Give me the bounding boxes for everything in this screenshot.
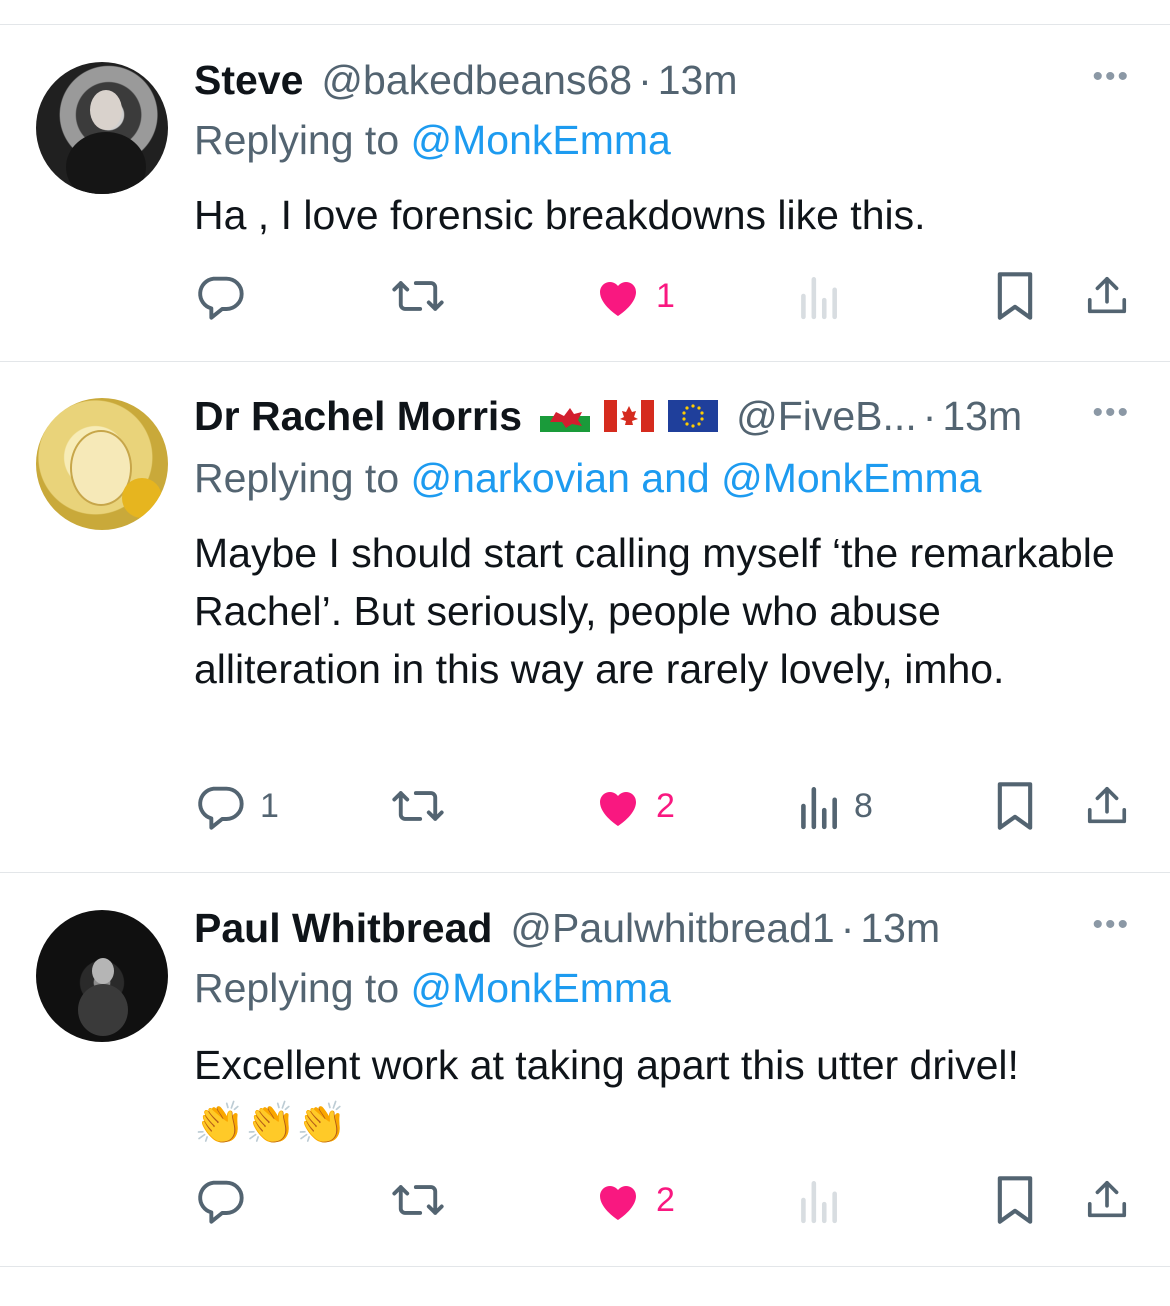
user-handle[interactable]: @bakedbeans68 <box>321 56 632 104</box>
name-flags <box>540 400 719 432</box>
share-icon <box>1087 786 1127 824</box>
bookmark-button[interactable] <box>994 1170 1036 1230</box>
like-button[interactable]: 2 <box>594 776 675 836</box>
action-bar: 1 <box>0 266 1170 326</box>
views-button[interactable]: 8 <box>796 776 873 836</box>
like-count: 2 <box>656 1180 675 1219</box>
views-icon <box>801 787 837 830</box>
user-handle[interactable]: @FiveB... <box>736 392 917 440</box>
views-icon <box>801 1181 837 1224</box>
repost-icon <box>392 791 444 821</box>
avatar[interactable] <box>36 910 168 1042</box>
replying-to: Replying to @MonkEmma <box>194 964 671 1012</box>
timestamp[interactable]: 13m <box>860 904 940 952</box>
tweet-divider <box>0 872 1170 873</box>
more-options-icon[interactable]: ••• <box>1092 396 1130 430</box>
view-count: 8 <box>854 786 873 825</box>
timestamp[interactable]: 13m <box>942 392 1022 440</box>
bookmark-button[interactable] <box>994 776 1036 836</box>
replying-to: Replying to @MonkEmma <box>194 116 671 164</box>
avatar[interactable] <box>36 62 168 194</box>
bookmark-icon <box>997 1176 1033 1224</box>
canada-flag-icon <box>604 400 655 432</box>
reply-button[interactable]: 1 <box>194 776 279 836</box>
reply-count: 1 <box>260 786 279 825</box>
more-options-icon[interactable]: ••• <box>1092 60 1130 94</box>
share-button[interactable] <box>1084 1170 1130 1230</box>
share-icon <box>1087 276 1127 314</box>
heart-filled-icon <box>600 282 636 316</box>
display-name[interactable]: Paul Whitbread <box>194 904 492 952</box>
action-bar: 1 2 8 <box>0 776 1170 836</box>
like-button[interactable]: 2 <box>594 1170 675 1230</box>
reply-button[interactable] <box>194 1170 246 1230</box>
like-button[interactable]: 1 <box>594 266 675 326</box>
more-options-icon[interactable]: ••• <box>1092 908 1130 942</box>
tweet-paul[interactable]: Paul Whitbread @Paulwhitbread1 · 13m •••… <box>0 904 1170 1266</box>
replying-to-label: Replying to <box>194 455 411 501</box>
bookmark-button[interactable] <box>994 266 1036 326</box>
heart-filled-icon <box>600 792 636 826</box>
display-name[interactable]: Dr Rachel Morris <box>194 392 522 440</box>
tweet-text: Ha , I love forensic breakdowns like thi… <box>194 192 926 238</box>
wales-flag-icon <box>540 400 591 432</box>
reply-button[interactable] <box>194 266 246 326</box>
repost-button[interactable] <box>390 1170 446 1230</box>
tweet-divider <box>0 361 1170 362</box>
tweet-header: Steve @bakedbeans68 · 13m <box>194 56 738 104</box>
repost-icon <box>392 1185 444 1215</box>
tweet-steve[interactable]: Steve @bakedbeans68 · 13m ••• Replying t… <box>0 56 1170 361</box>
tweet-rachel[interactable]: Dr Rachel Morris @FiveB... · 13m ••• Rep… <box>0 392 1170 872</box>
views-button[interactable] <box>796 266 840 326</box>
heart-filled-icon <box>600 1186 636 1220</box>
repost-icon <box>392 281 444 311</box>
timestamp[interactable]: 13m <box>658 56 738 104</box>
display-name[interactable]: Steve <box>194 56 303 104</box>
repost-button[interactable] <box>390 266 446 326</box>
reply-icon <box>198 1180 244 1224</box>
views-icon <box>801 277 837 320</box>
user-handle[interactable]: @Paulwhitbread1 <box>510 904 834 952</box>
reply-icon <box>198 786 244 830</box>
like-count: 2 <box>656 786 675 825</box>
bookmark-icon <box>997 272 1033 320</box>
reply-icon <box>198 276 244 320</box>
clapping-emoji: 👏👏👏 <box>194 1100 348 1146</box>
replying-to-label: Replying to <box>194 965 411 1011</box>
share-button[interactable] <box>1084 776 1130 836</box>
tweet-header: Dr Rachel Morris @FiveB... · 13m <box>194 392 1022 440</box>
views-button[interactable] <box>796 1170 840 1230</box>
eu-flag-icon <box>668 400 719 432</box>
share-button[interactable] <box>1084 266 1130 326</box>
replying-to: Replying to @narkovian and @MonkEmma <box>194 454 981 502</box>
tweet-text: Excellent work at taking apart this utte… <box>194 1042 1019 1088</box>
top-divider <box>0 24 1170 25</box>
tweet-text: Maybe I should start calling myself ‘the… <box>194 530 1115 692</box>
separator-dot: · <box>638 57 652 103</box>
tweet-header: Paul Whitbread @Paulwhitbread1 · 13m <box>194 904 940 952</box>
repost-button[interactable] <box>390 776 446 836</box>
bookmark-icon <box>997 782 1033 830</box>
like-count: 1 <box>656 276 675 315</box>
share-icon <box>1087 1180 1127 1218</box>
reply-to-link[interactable]: @MonkEmma <box>411 965 671 1011</box>
avatar[interactable] <box>36 398 168 530</box>
tweet-divider <box>0 1266 1170 1267</box>
separator-dot: · <box>922 393 937 439</box>
replying-to-label: Replying to <box>194 117 411 163</box>
reply-to-link[interactable]: @MonkEmma <box>411 117 671 163</box>
reply-to-link[interactable]: @narkovian and @MonkEmma <box>411 455 982 501</box>
separator-dot: · <box>840 905 855 951</box>
action-bar: 2 <box>0 1170 1170 1230</box>
